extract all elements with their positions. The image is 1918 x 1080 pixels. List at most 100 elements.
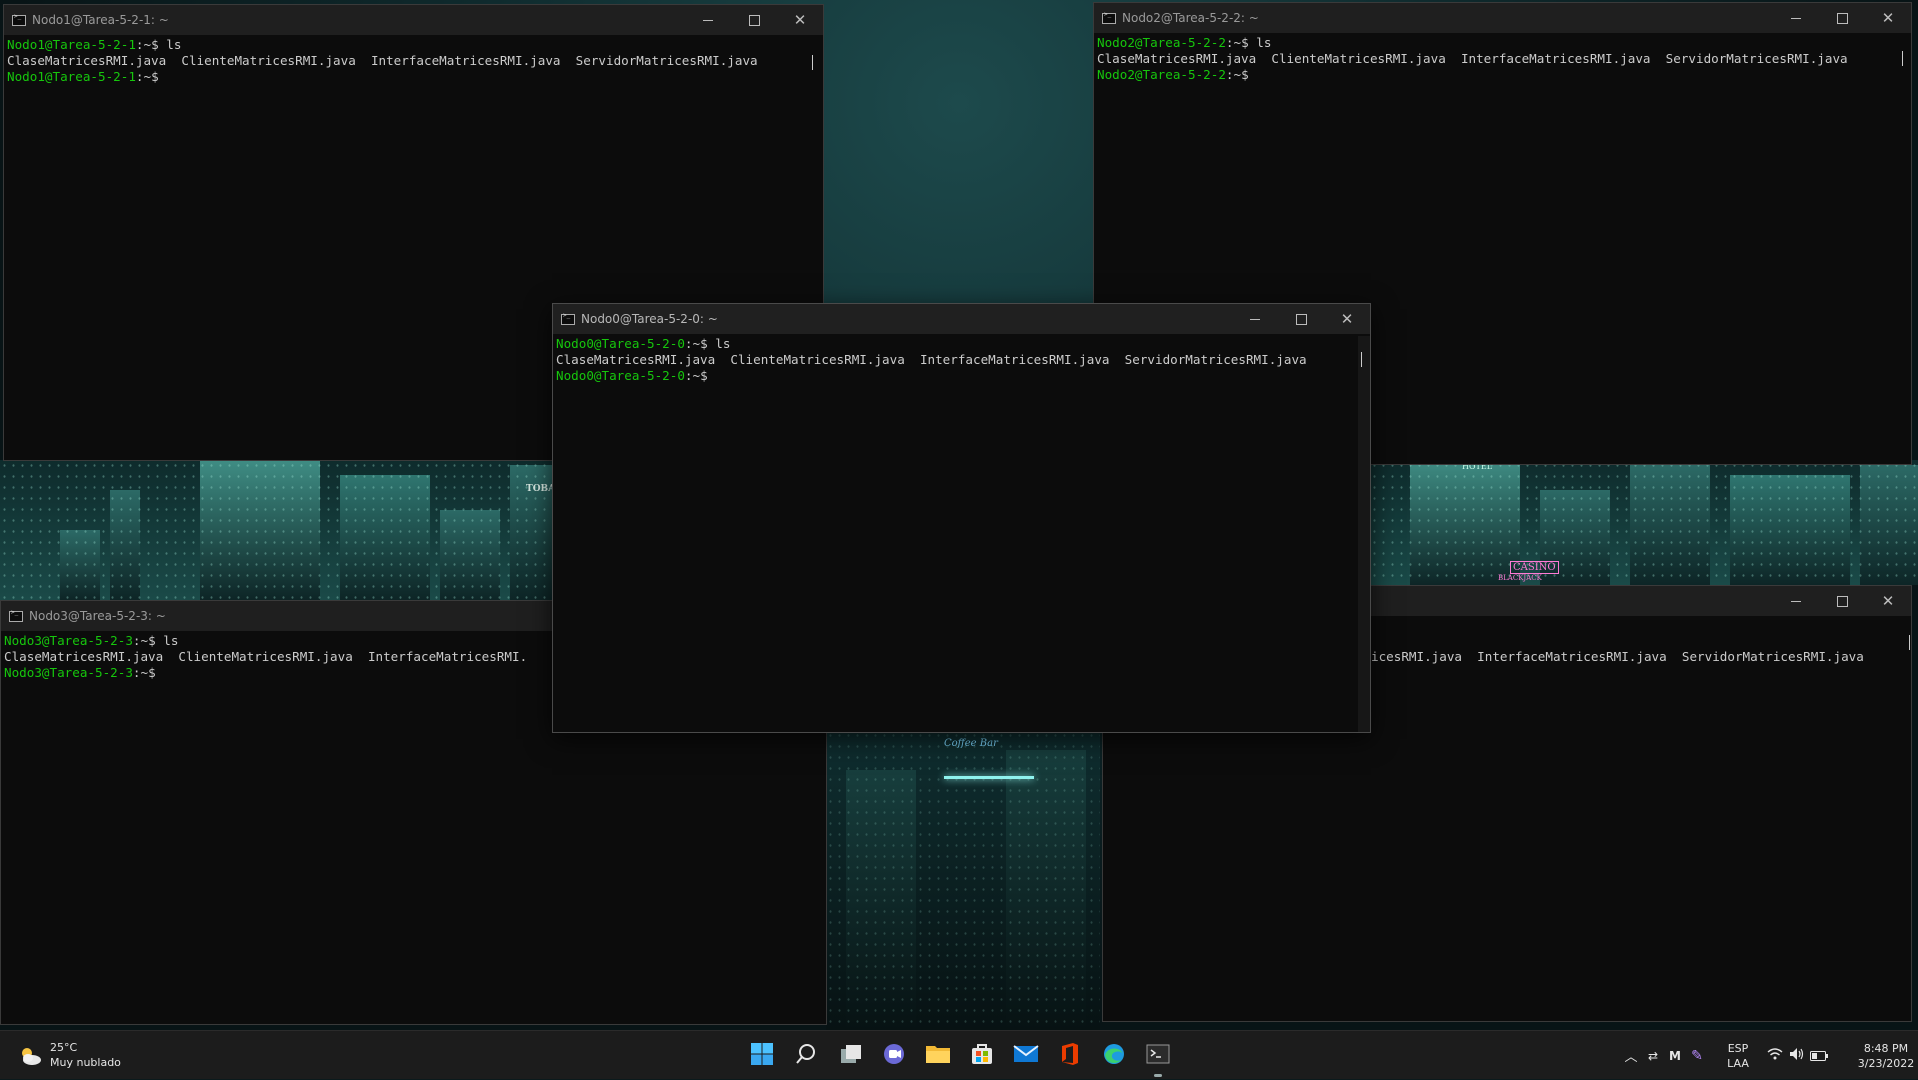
chevron-up-icon[interactable]: ︿ <box>1620 1046 1642 1065</box>
weather-temperature: 25°C <box>50 1041 78 1054</box>
command-text: ls <box>715 336 731 351</box>
listing-text: icesRMI.java InterfaceMatricesRMI.java S… <box>1371 649 1864 665</box>
minimize-icon <box>1791 17 1801 19</box>
title-bar[interactable]: Nodo0@Tarea-5-2-0: ~ ✕ <box>553 304 1370 334</box>
close-button[interactable]: ✕ <box>1865 3 1911 33</box>
wallpaper-city-bottom: Coffee Bar <box>826 730 1100 1030</box>
taskbar: 25°C Muy nublado ︿ ⇄ M ✎ ESP LAA 8:48 PM… <box>0 1030 1918 1079</box>
prompt-end: :~$ <box>135 69 159 85</box>
listing-text: ClaseMatricesRMI.java ClienteMatricesRMI… <box>1097 51 1848 67</box>
chat-icon <box>884 1044 904 1064</box>
system-tray: ︿ ⇄ M ✎ ESP LAA 8:48 PM 3/23/2022 <box>1620 1031 1918 1080</box>
file-explorer-icon <box>926 1046 950 1063</box>
pen-icon[interactable]: ✎ <box>1686 1048 1708 1064</box>
prompt-sep: :~$ <box>684 336 716 351</box>
terminal-button[interactable] <box>1143 1039 1173 1069</box>
wallpaper-city-left: TOBAC <box>0 460 562 600</box>
clock[interactable]: 8:48 PM 3/23/2022 <box>1848 1041 1918 1071</box>
wifi-icon[interactable] <box>1764 1047 1786 1065</box>
maximize-icon <box>1836 12 1848 24</box>
close-icon: ✕ <box>1881 9 1895 27</box>
prompt-end: :~$ <box>1225 67 1249 83</box>
minimize-button[interactable] <box>1773 586 1819 616</box>
store-button[interactable] <box>967 1039 997 1069</box>
close-icon: ✕ <box>1340 310 1354 328</box>
terminal-icon <box>12 13 26 26</box>
prompt-user: Nodo2@Tarea-5-2-2 <box>1097 35 1226 50</box>
edge-button[interactable] <box>1099 1039 1129 1069</box>
weather-widget[interactable]: 25°C Muy nublado <box>18 1041 121 1070</box>
active-app-indicator <box>1154 1074 1162 1077</box>
minimize-button[interactable] <box>1232 304 1278 334</box>
wallpaper-sign-blackjack: BLACKJACK <box>1498 574 1542 582</box>
mail-icon <box>1013 1045 1039 1062</box>
weather-condition: Muy nublado <box>50 1056 121 1069</box>
maximize-icon <box>1836 595 1848 607</box>
prompt-user: Nodo3@Tarea-5-2-3 <box>4 665 133 681</box>
window-title: Nodo2@Tarea-5-2-2: ~ <box>1122 11 1259 25</box>
command-text: ls <box>1256 35 1272 50</box>
title-bar[interactable]: Nodo1@Tarea-5-2-1: ~ ✕ <box>4 5 823 35</box>
maximize-button[interactable] <box>731 5 777 35</box>
volume-icon[interactable] <box>1786 1046 1808 1065</box>
minimize-button[interactable] <box>685 5 731 35</box>
network-sync-icon[interactable]: ⇄ <box>1642 1049 1664 1063</box>
cloudy-weather-icon <box>18 1045 41 1067</box>
close-button[interactable]: ✕ <box>777 5 823 35</box>
minimize-icon <box>703 19 713 21</box>
maximize-icon <box>1295 313 1307 325</box>
language-indicator[interactable]: ESP LAA <box>1718 1041 1758 1071</box>
battery-icon[interactable] <box>1808 1046 1830 1065</box>
chat-button[interactable] <box>879 1039 909 1069</box>
store-icon <box>972 1044 992 1064</box>
window-title: Nodo0@Tarea-5-2-0: ~ <box>581 312 718 326</box>
prompt-user: Nodo2@Tarea-5-2-2 <box>1097 67 1226 83</box>
listing-text: ClaseMatricesRMI.java ClienteMatricesRMI… <box>7 53 758 69</box>
prompt-end: :~$ <box>132 665 156 681</box>
language-code: ESP <box>1727 1041 1749 1055</box>
terminal-output[interactable]: icesRMI.java InterfaceMatricesRMI.java S… <box>1368 633 1899 1021</box>
start-button[interactable] <box>747 1039 777 1069</box>
gpu-monitor-icon[interactable]: M <box>1664 1049 1686 1063</box>
start-icon <box>751 1043 773 1065</box>
terminal-icon <box>561 312 575 325</box>
prompt-sep: :~$ <box>135 37 167 52</box>
close-button[interactable]: ✕ <box>1865 586 1911 616</box>
scrollbar[interactable] <box>1358 336 1370 732</box>
minimize-button[interactable] <box>1773 3 1819 33</box>
edge-icon <box>1104 1044 1124 1064</box>
close-icon: ✕ <box>793 11 807 29</box>
wallpaper-sign-casino: CASINO <box>1510 561 1559 574</box>
prompt-user: Nodo0@Tarea-5-2-0 <box>556 368 685 384</box>
maximize-button[interactable] <box>1278 304 1324 334</box>
prompt-end: :~$ <box>684 368 708 384</box>
prompt-user: Nodo1@Tarea-5-2-1 <box>7 37 136 52</box>
clock-time: 8:48 PM <box>1863 1041 1909 1055</box>
close-button[interactable]: ✕ <box>1324 304 1370 334</box>
command-text: ls <box>166 37 182 52</box>
terminal-output[interactable]: Nodo0@Tarea-5-2-0:~$ ls ClaseMatricesRMI… <box>553 336 1358 732</box>
title-bar[interactable]: Nodo2@Tarea-5-2-2: ~ ✕ <box>1094 3 1911 33</box>
command-text: ls <box>163 633 179 648</box>
task-view-button[interactable] <box>836 1039 866 1069</box>
maximize-icon <box>748 14 760 26</box>
prompt-sep: :~$ <box>132 633 164 648</box>
prompt-user: Nodo3@Tarea-5-2-3 <box>4 633 133 648</box>
mail-button[interactable] <box>1011 1039 1041 1069</box>
text-cursor <box>1909 635 1910 650</box>
file-explorer-button[interactable] <box>923 1039 953 1069</box>
search-button[interactable] <box>791 1039 821 1069</box>
maximize-button[interactable] <box>1819 3 1865 33</box>
clock-date: 3/23/2022 <box>1857 1056 1915 1070</box>
text-cursor <box>1361 352 1362 367</box>
prompt-user: Nodo1@Tarea-5-2-1 <box>7 69 136 85</box>
terminal-window-nodo0[interactable]: Nodo0@Tarea-5-2-0: ~ ✕ Nodo0@Tarea-5-2-0… <box>552 303 1371 733</box>
office-button[interactable] <box>1055 1039 1085 1069</box>
minimize-icon <box>1250 318 1260 320</box>
maximize-button[interactable] <box>1819 586 1865 616</box>
listing-text: ClaseMatricesRMI.java ClienteMatricesRMI… <box>4 649 528 665</box>
terminal-icon <box>9 609 23 622</box>
search-icon <box>796 1044 815 1064</box>
task-view-icon <box>841 1045 861 1063</box>
keyboard-layout: LAA <box>1727 1056 1749 1070</box>
